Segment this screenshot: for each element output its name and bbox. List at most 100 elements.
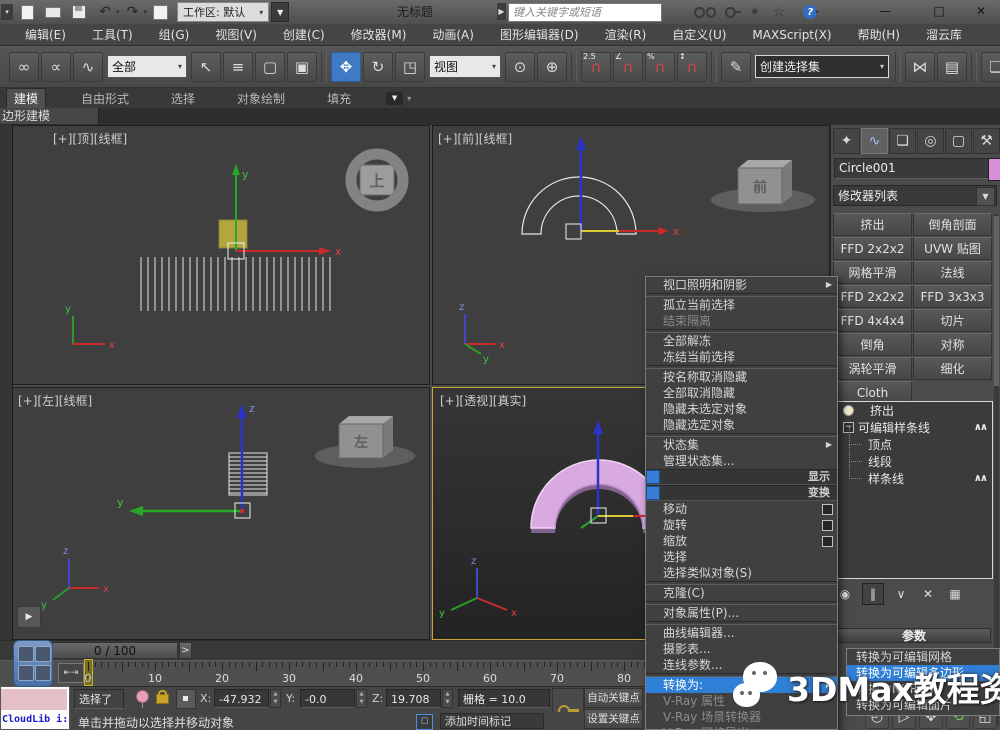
context-menu-item[interactable]: 全部解冻 (646, 333, 837, 349)
modifier-button[interactable]: FFD 4x4x4 (833, 309, 912, 332)
viewport-top[interactable]: [+][顶][线框] y x 上 y x (12, 125, 430, 385)
context-menu-item[interactable]: 状态集▶ (646, 437, 837, 453)
workspace-menu-button[interactable]: ▼ (271, 2, 289, 22)
search-input[interactable]: 键入关键字或短语 (508, 3, 662, 22)
menubar-item[interactable]: 动画(A) (419, 26, 487, 43)
ribbon-tab[interactable]: 填充 (320, 89, 358, 108)
add-time-tag-field[interactable]: 添加时间标记 (440, 713, 544, 729)
menubar-item[interactable]: 渲染(R) (592, 26, 660, 43)
z-axis-arrow[interactable] (576, 136, 586, 150)
search-icon[interactable] (694, 2, 716, 22)
z-coordinate-field[interactable]: 19.708 (386, 689, 441, 708)
spinner-snap-icon[interactable]: ∩↕ (677, 52, 707, 82)
modifier-button[interactable]: 倒角剖面 (913, 213, 992, 236)
open-file-icon[interactable] (41, 2, 65, 22)
named-selection-sets-icon[interactable]: ✎ (721, 52, 751, 82)
use-pivot-center-icon[interactable]: ⊙ (505, 52, 535, 82)
menubar-item[interactable]: 编辑(E) (12, 26, 79, 43)
workspace-dropdown[interactable]: 工作区: 默认▾ (177, 2, 269, 22)
redo-icon[interactable]: ↷ (121, 2, 145, 22)
quad-corner-icon[interactable] (646, 486, 660, 500)
ribbon-tab[interactable]: 选择 (164, 89, 202, 108)
communication-center-icon[interactable]: ✴ (744, 2, 766, 22)
modifier-button[interactable]: FFD 2x2x2 (833, 237, 912, 260)
menubar-item[interactable]: 帮助(H) (845, 26, 913, 43)
context-menu-item[interactable]: 摄影表... (646, 641, 837, 657)
layer-manager-icon[interactable]: ❏ (981, 52, 1000, 82)
bind-to-spacewarp-icon[interactable]: ∿ (73, 52, 103, 82)
context-menu-item[interactable]: 冻结当前选择 (646, 349, 837, 365)
named-sets-dropdown[interactable]: 创建选择集▾ (755, 55, 889, 78)
modifier-button[interactable]: 涡轮平滑 (833, 357, 912, 380)
isolate-selection-toggle-icon[interactable] (136, 690, 149, 703)
object-name-field[interactable]: Circle001 (834, 158, 990, 179)
modifier-button[interactable]: 细化 (913, 357, 992, 380)
stack-item[interactable]: 线段 (838, 453, 992, 470)
modifier-button[interactable]: 倒角 (833, 333, 912, 356)
x-coordinate-field[interactable]: -47.932 (214, 689, 269, 708)
modifier-button[interactable]: 网格平滑 (833, 261, 912, 284)
object-color-swatch[interactable] (988, 158, 1000, 181)
context-menu-item[interactable]: 缩放 (646, 533, 837, 549)
submenu-item[interactable]: 转换为可编辑面片 (847, 697, 999, 713)
menubar-item[interactable]: MAXScript(X) (739, 28, 844, 42)
z-axis-arrow[interactable] (593, 420, 603, 434)
y-spinner[interactable]: ▲▼ (356, 689, 367, 708)
context-menu-item[interactable]: 管理状态集... (646, 453, 837, 469)
redo-dropdown-icon[interactable]: ▾ (144, 8, 148, 16)
viewport-top-label[interactable]: [+][顶][线框] (53, 130, 127, 147)
context-menu-item[interactable]: 连线参数... (646, 657, 837, 673)
angle-snap-icon[interactable]: ∩∠ (613, 52, 643, 82)
submenu-item[interactable]: 转换为可编辑网格 (847, 649, 999, 665)
select-by-name-icon[interactable]: ≡ (223, 52, 253, 82)
select-and-rotate-icon[interactable]: ↻ (363, 52, 393, 82)
hierarchy-tab[interactable]: ❏ (889, 128, 916, 154)
select-object-icon[interactable]: ↖ (191, 52, 221, 82)
align-icon[interactable]: ▤ (937, 52, 967, 82)
display-tab[interactable]: ▢ (945, 128, 972, 154)
quad-corner-icon[interactable] (646, 470, 660, 484)
new-file-icon[interactable] (15, 2, 39, 22)
ribbon-tab[interactable]: 对象绘制 (230, 89, 292, 108)
create-tab[interactable]: ✦ (833, 128, 860, 154)
viewport-left[interactable]: [+][左][线框] z y 左 z x y (12, 387, 430, 640)
utilities-tab[interactable]: ⚒ (973, 128, 1000, 154)
help-icon[interactable]: ?▾ (800, 2, 822, 22)
close-button[interactable]: ✕ (968, 4, 994, 18)
stack-item[interactable]: 顶点 (838, 436, 992, 453)
half-donut-wireframe[interactable] (522, 177, 636, 234)
context-menu-item[interactable]: V-Ray 属性 (646, 693, 837, 709)
context-menu-item[interactable]: V-Ray 网格导出 (646, 725, 837, 730)
viewport-left-label[interactable]: [+][左][线框] (18, 392, 92, 409)
menubar-item[interactable]: 工具(T) (79, 26, 146, 43)
app-menu-arrow-icon[interactable]: ▾ (1, 4, 13, 20)
x-axis-arrow[interactable] (658, 227, 669, 235)
context-menu-item[interactable]: V-Ray 场景转换器 (646, 709, 837, 725)
maximize-button[interactable]: □ (926, 4, 952, 18)
y-axis-arrow[interactable] (232, 164, 240, 175)
select-and-link-icon[interactable]: ∞ (9, 52, 39, 82)
stack-item[interactable]: 挤出 (838, 402, 992, 419)
make-unique-icon[interactable]: ∨ (891, 584, 911, 604)
context-menu-item[interactable]: 结束隔离 (646, 313, 837, 329)
submenu-item[interactable]: 转换为NURBS (847, 681, 999, 697)
stack-item[interactable]: 样条线∧∧ (838, 470, 992, 487)
context-menu-item[interactable]: 隐藏选定对象 (646, 417, 837, 433)
context-menu-item[interactable]: 对象属性(P)... (646, 605, 837, 621)
minimize-button[interactable]: — (872, 4, 898, 18)
modifier-button[interactable]: 切片 (913, 309, 992, 332)
absolute-mode-transform-icon[interactable] (176, 689, 196, 709)
mirror-icon[interactable]: ⋈ (905, 52, 935, 82)
menubar-item[interactable]: 视图(V) (202, 26, 270, 43)
context-menu-item[interactable]: 选择 (646, 549, 837, 565)
remove-modifier-icon[interactable]: ✕ (918, 584, 938, 604)
modifier-button[interactable]: FFD 3x3x3 (913, 285, 992, 308)
configure-modifier-sets-icon[interactable]: ▦ (945, 584, 965, 604)
expand-arrow-button[interactable]: ▶ (17, 606, 41, 628)
selection-lock-toggle-icon[interactable] (156, 694, 169, 704)
modify-tab[interactable]: ∿ (861, 128, 888, 154)
show-end-result-icon[interactable]: ‖ (862, 583, 884, 605)
viewport-front-label[interactable]: [+][前][线框] (438, 130, 512, 147)
context-menu-item[interactable]: 孤立当前选择 (646, 297, 837, 313)
ribbon-tab[interactable]: 自由形式 (74, 89, 136, 108)
